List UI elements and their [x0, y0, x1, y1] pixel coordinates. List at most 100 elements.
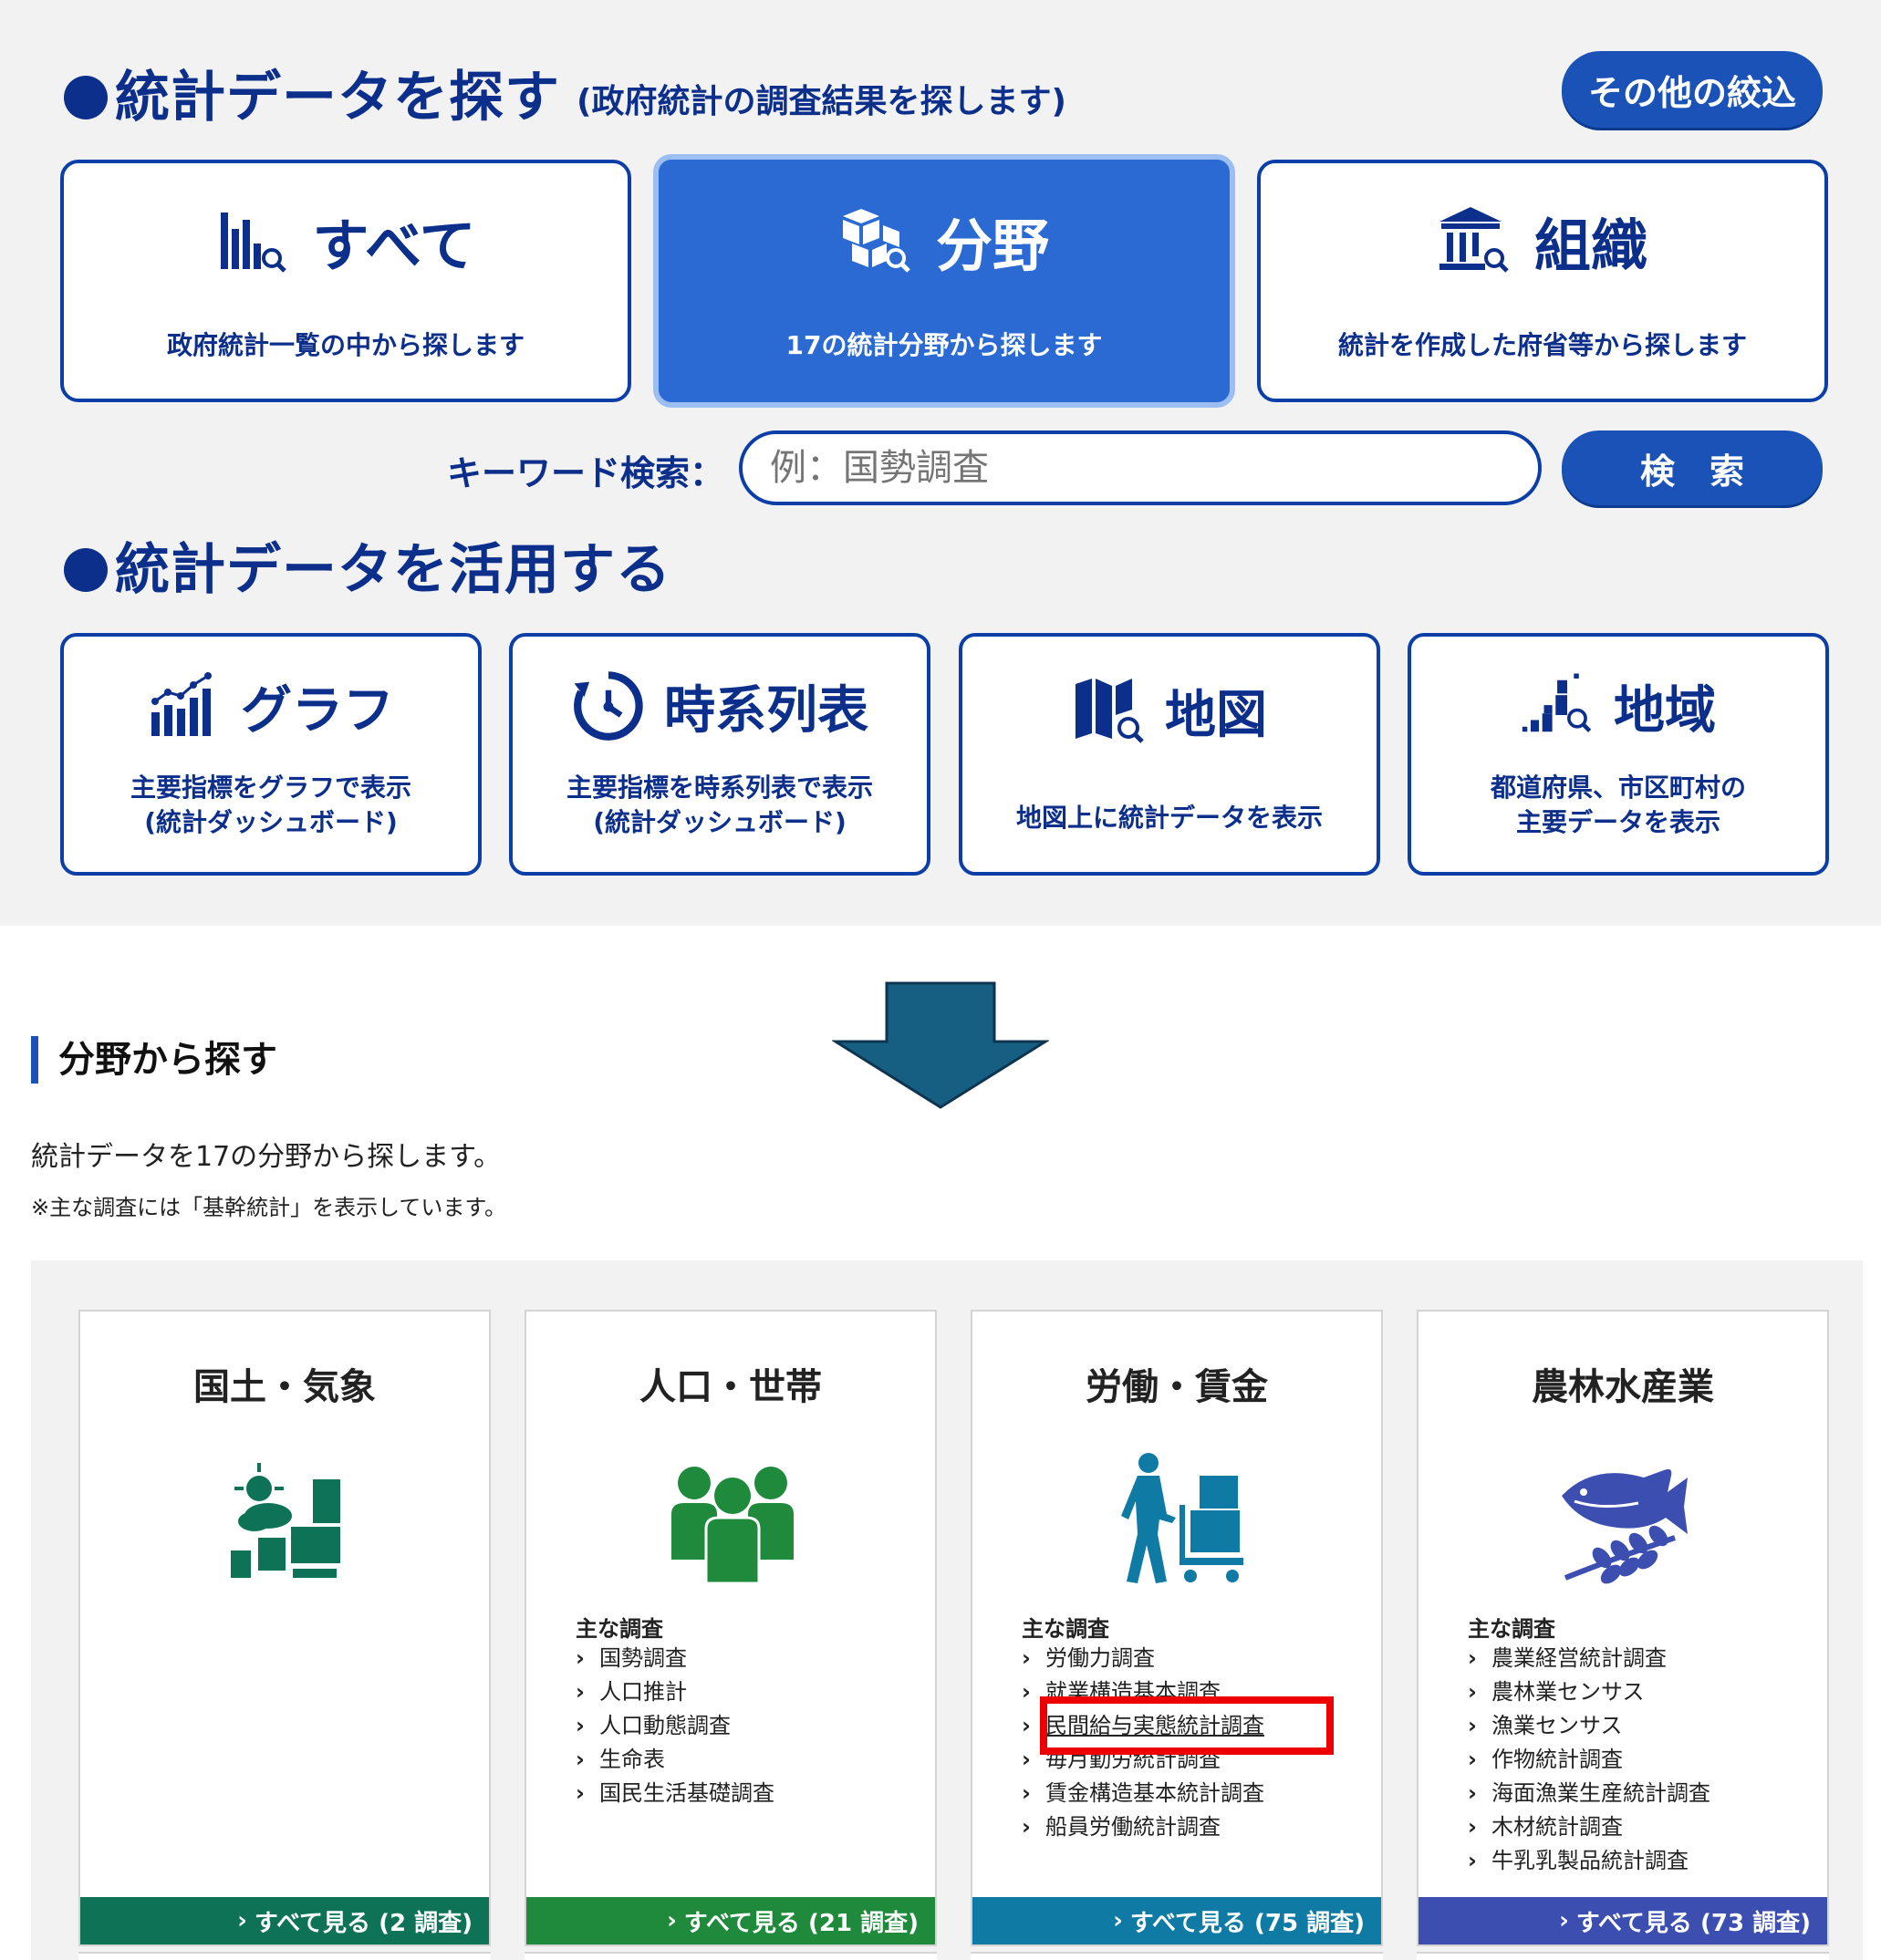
main-surveys-heading: 主な調査: [1468, 1616, 1555, 1642]
chevron-right-icon: ›: [237, 1907, 247, 1934]
weather-icon: [231, 1463, 340, 1578]
chevron-right-icon: ›: [1468, 1713, 1477, 1738]
worker-cart-icon: [1121, 1453, 1243, 1583]
category-title: 農林水産業: [1532, 1366, 1714, 1408]
other-filter-button[interactable]: その他の絞込: [1562, 51, 1823, 128]
bullet-dot: [64, 76, 108, 119]
category-card-population[interactable]: 人口・世帯 主な調査 › 国勢調査 › 人口推計 › 人口動態調査 › 生命表 › 国民生…: [525, 1310, 937, 1946]
chevron-right-icon: ›: [576, 1747, 585, 1772]
keyword-search-label: キーワード検索：: [447, 453, 725, 493]
survey-link[interactable]: › 作物統計調査: [1468, 1743, 1710, 1777]
survey-link[interactable]: › 牛乳乳製品統計調査: [1468, 1844, 1710, 1878]
category-card-labor-wages[interactable]: 労働・賃金 主な調査 › 労働力調査 › 就業構造基本調査 › 民間給与実態統計調査 …: [971, 1310, 1383, 1946]
graph-icon: [148, 669, 223, 743]
search-card-organization[interactable]: 組織 統計を作成した府省等から探します: [1257, 160, 1828, 402]
chevron-right-icon: ›: [1022, 1645, 1031, 1671]
search-card-field[interactable]: 分野 17の統計分野から探します: [653, 154, 1235, 408]
chevron-right-icon: ›: [1559, 1907, 1569, 1934]
chevron-right-icon: ›: [1468, 1780, 1477, 1806]
see-all-link[interactable]: › すべて見る (73 調査): [1419, 1897, 1827, 1944]
survey-link[interactable]: › 人口推計: [576, 1675, 774, 1709]
survey-link[interactable]: › 漁業センサス: [1468, 1709, 1710, 1743]
survey-link[interactable]: › 賃金構造基本統計調査: [1022, 1777, 1264, 1810]
search-card-title: 分野: [935, 213, 1049, 279]
use-card-graph[interactable]: グラフ 主要指標をグラフで表示 (統計ダッシュボード): [60, 633, 482, 876]
chevron-right-icon: ›: [576, 1780, 585, 1806]
use-card-title: グラフ: [241, 680, 394, 741]
clock-icon: [571, 669, 646, 743]
survey-link[interactable]: › 人口動態調査: [576, 1709, 774, 1743]
use-card-desc: 主要指標をグラフで表示 (統計ダッシュボード): [130, 773, 411, 837]
chevron-right-icon: ›: [1468, 1679, 1477, 1705]
chevron-right-icon: ›: [1468, 1747, 1477, 1772]
chevron-right-icon: ›: [1468, 1645, 1477, 1671]
use-card-title: 地図: [1165, 685, 1267, 745]
survey-link[interactable]: › 農林業センサス: [1468, 1675, 1710, 1709]
search-card-desc: 統計を作成した府省等から探します: [1337, 330, 1747, 360]
map-search-icon: [1072, 673, 1147, 748]
survey-link[interactable]: › 農業経営統計調査: [1468, 1642, 1710, 1675]
chevron-right-icon: ›: [1022, 1814, 1031, 1840]
chevron-right-icon: ›: [576, 1713, 585, 1738]
region-chart-icon: [1521, 669, 1595, 743]
use-card-region[interactable]: 地域 都道府県、市区町村の 主要データを表示: [1408, 633, 1829, 876]
survey-list: › 農業経営統計調査 › 農林業センサス › 漁業センサス › 作物統計調査 › 海面漁業…: [1468, 1642, 1710, 1878]
chevron-right-icon: ›: [1113, 1907, 1123, 1934]
survey-link[interactable]: › 海面漁業生産統計調査: [1468, 1777, 1710, 1810]
search-card-title: すべて: [312, 213, 476, 279]
search-section-title: 統計データを探す: [64, 53, 560, 132]
field-section-title: 分野から探す: [31, 1036, 277, 1084]
chevron-right-icon: ›: [1022, 1780, 1031, 1806]
people-icon: [671, 1467, 794, 1585]
survey-link[interactable]: › 船員労働統計調査: [1022, 1810, 1264, 1844]
survey-link[interactable]: › 国勢調査: [576, 1642, 774, 1675]
search-card-desc: 政府統計一覧の中から探します: [166, 330, 525, 360]
field-section-description: 統計データを17の分野から探します。: [31, 1141, 502, 1173]
bullet-dot: [64, 548, 108, 592]
next-row-card-edge: [525, 1952, 937, 1960]
use-card-desc: 都道府県、市区町村の 主要データを表示: [1490, 773, 1746, 837]
next-row-card-edge: [1417, 1952, 1829, 1960]
search-card-desc: 17の統計分野から探します: [785, 330, 1103, 360]
search-section-subtitle: (政府統計の調査結果を探します): [577, 83, 1066, 120]
chevron-right-icon: ›: [576, 1679, 585, 1705]
search-card-all[interactable]: すべて 政府統計一覧の中から探します: [60, 160, 631, 402]
down-arrow-icon: [832, 981, 1049, 1109]
search-card-title: 組織: [1533, 213, 1647, 279]
main-surveys-heading: 主な調査: [1022, 1616, 1109, 1642]
next-row-card-edge: [78, 1952, 491, 1960]
use-card-map[interactable]: 地図 地図上に統計データを表示: [959, 633, 1380, 876]
category-title: 国土・気象: [193, 1366, 376, 1408]
search-panel: 統計データを探す (政府統計の調査結果を探します) その他の絞込 すべて 政府統…: [0, 0, 1881, 926]
survey-list: › 国勢調査 › 人口推計 › 人口動態調査 › 生命表 › 国民生活基礎調査: [576, 1642, 774, 1810]
field-section-note: ※主な調査には「基幹統計」を表示しています。: [31, 1195, 506, 1220]
use-card-timeseries[interactable]: 時系列表 主要指標を時系列表で表示 (統計ダッシュボード): [509, 633, 930, 876]
category-card-land-weather[interactable]: 国土・気象 › すべて見る (2 調査): [78, 1310, 491, 1946]
category-card-agriculture-fishery[interactable]: 農林水産業 主な調査 › 農業経営統計調査 › 農林業センサス › 漁業センサス › 作…: [1417, 1310, 1829, 1946]
chevron-right-icon: ›: [1468, 1848, 1477, 1873]
fish-wheat-icon: [1562, 1468, 1688, 1584]
category-title: 労働・賃金: [1086, 1366, 1268, 1408]
survey-link[interactable]: › 生命表: [576, 1743, 774, 1777]
see-all-link[interactable]: › すべて見る (75 調査): [972, 1897, 1381, 1944]
highlight-box: [1040, 1696, 1334, 1755]
survey-link[interactable]: › 労働力調査: [1022, 1642, 1264, 1675]
use-card-desc: 地図上に統計データを表示: [1015, 803, 1323, 834]
survey-link[interactable]: › 国民生活基礎調査: [576, 1777, 774, 1810]
next-row-card-edge: [971, 1952, 1383, 1960]
chevron-right-icon: ›: [667, 1907, 677, 1934]
survey-link[interactable]: › 木材統計調査: [1468, 1810, 1710, 1844]
main-surveys-heading: 主な調査: [576, 1616, 663, 1642]
blocks-search-icon: [839, 203, 914, 278]
category-title: 人口・世帯: [639, 1366, 822, 1408]
see-all-link[interactable]: › すべて見る (2 調査): [80, 1897, 489, 1944]
see-all-link[interactable]: › すべて見る (21 調査): [526, 1897, 935, 1944]
use-card-title: 時系列表: [664, 680, 868, 741]
chevron-right-icon: ›: [576, 1645, 585, 1671]
use-card-title: 地域: [1614, 680, 1716, 741]
use-section-title: 統計データを活用する: [64, 525, 671, 605]
keyword-search-input[interactable]: [739, 430, 1542, 505]
search-button[interactable]: 検 索: [1562, 430, 1823, 505]
building-search-icon: [1438, 203, 1512, 278]
chevron-right-icon: ›: [1468, 1814, 1477, 1840]
